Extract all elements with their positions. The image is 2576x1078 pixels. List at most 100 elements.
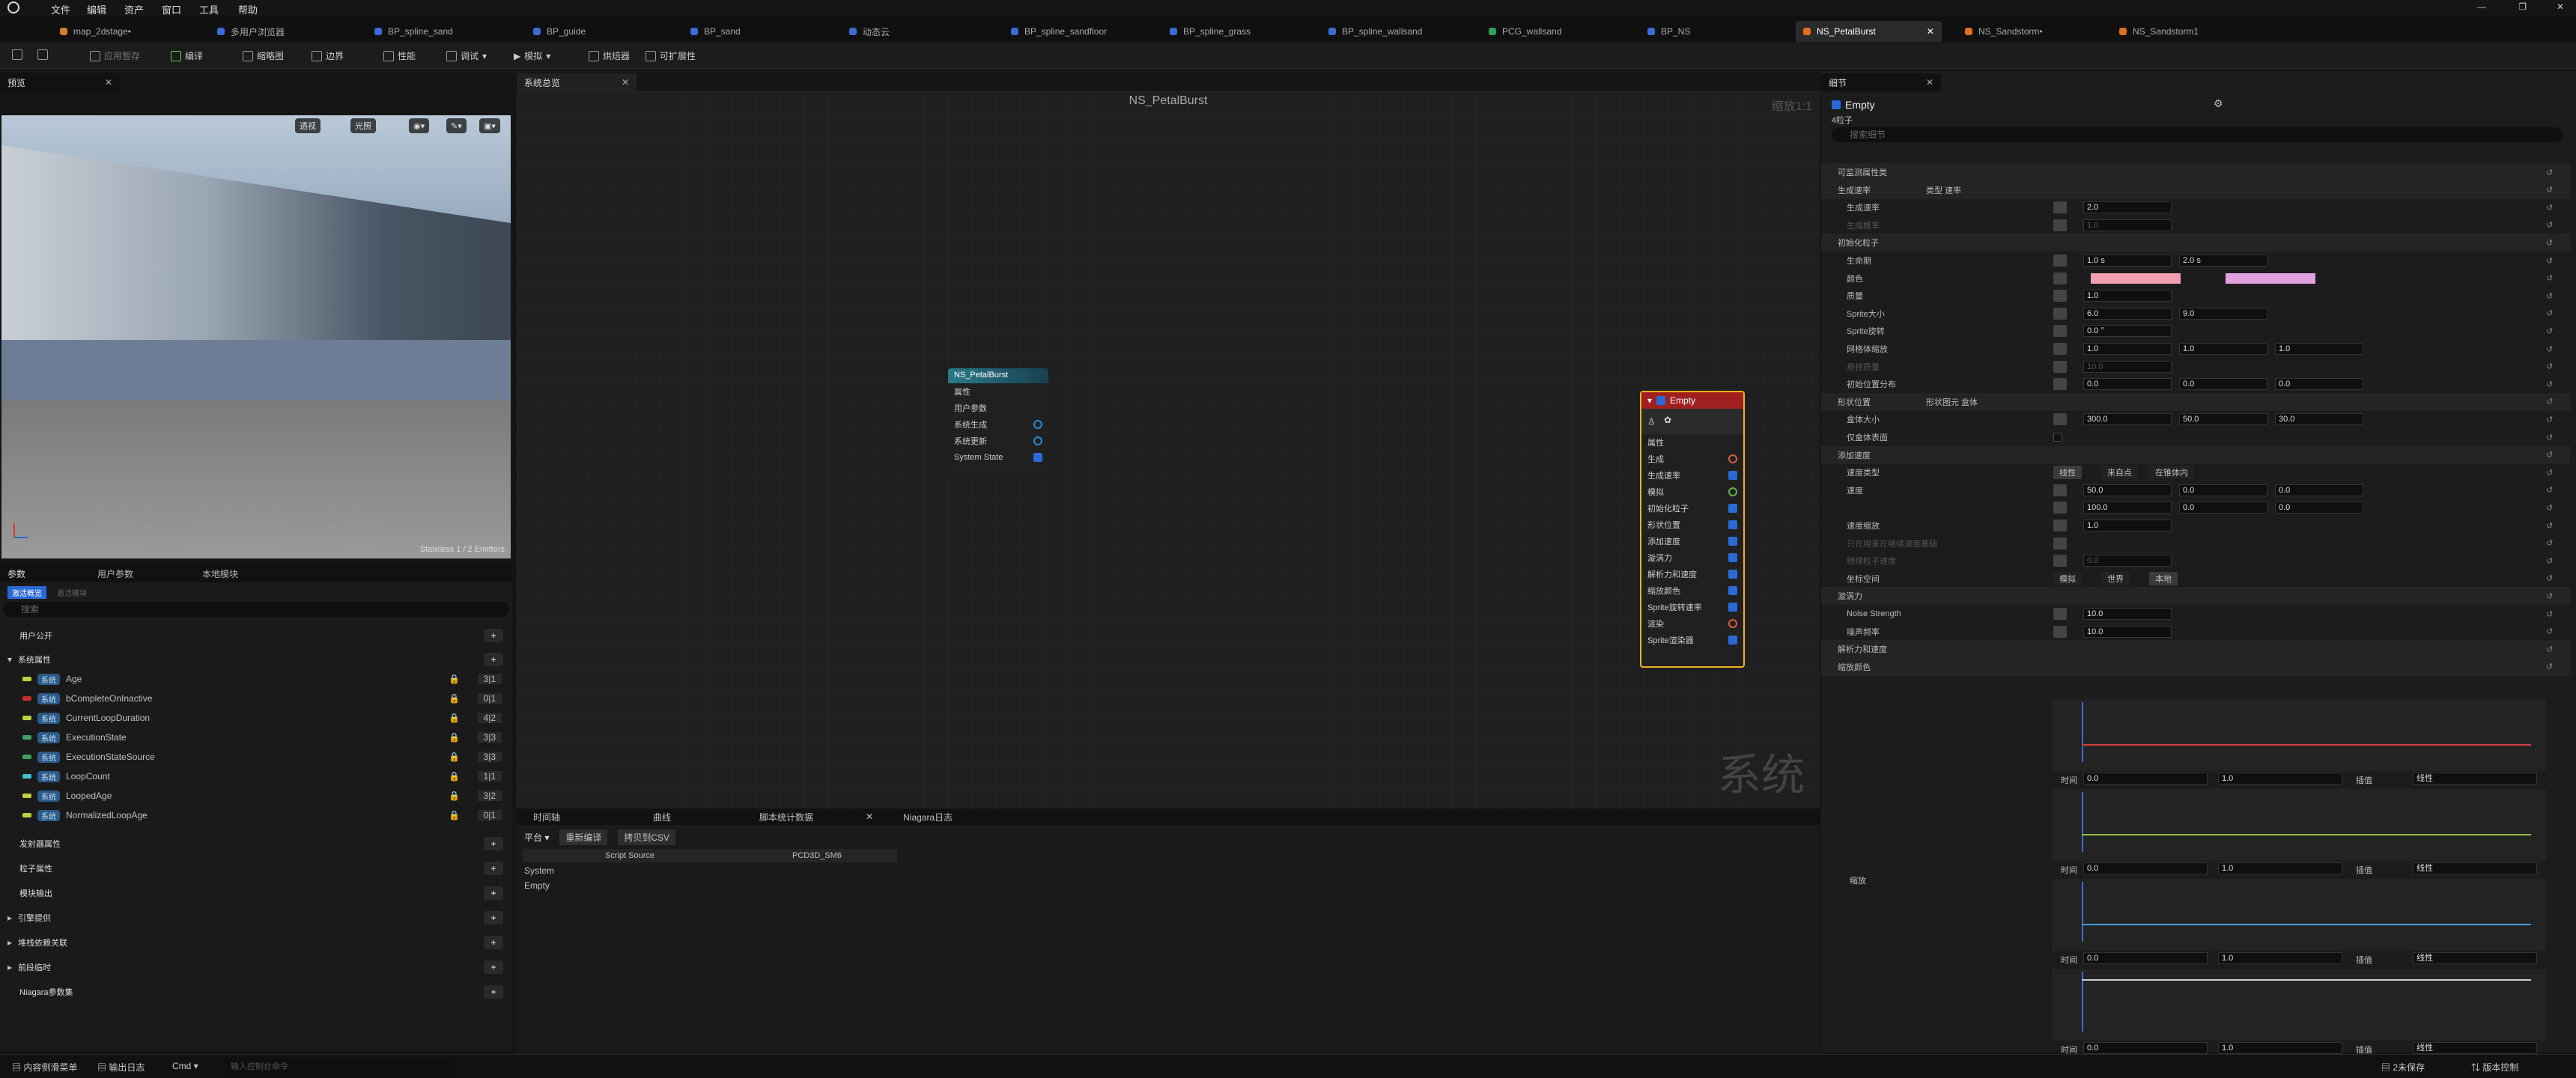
value-field[interactable]: 300.0 (2083, 413, 2172, 426)
mode-option[interactable]: 模拟 (2053, 571, 2082, 585)
value-field[interactable]: 0.0 (2275, 378, 2363, 391)
active-modules-button[interactable]: 激活模块 (52, 586, 91, 599)
debug-button[interactable]: 调试 ▾ (446, 49, 487, 62)
input-mode-icon[interactable] (2053, 413, 2067, 426)
input-mode-icon[interactable] (2053, 360, 2067, 373)
close-tab-icon[interactable]: ✕ (1927, 26, 1934, 37)
cat-system-attr[interactable]: ▾ 系统属性 + (0, 650, 512, 669)
curve-canvas[interactable] (2052, 879, 2546, 951)
section-header[interactable]: 初始化粒子 ↺ (1821, 234, 2570, 252)
value-field[interactable]: 0.0 (2275, 502, 2363, 514)
tab-user-params[interactable]: 用户参数 (97, 567, 133, 580)
value-field[interactable]: 30.0 (2275, 413, 2363, 426)
add-button[interactable]: + (484, 911, 503, 925)
emitter-node[interactable]: ▾ Empty ♙ ✿ 属性 生成 生成速率 模拟 初始化粒子 形状位置 添加速度 漩涡力 解析力和… (1640, 391, 1745, 668)
input-mode-icon[interactable] (2053, 378, 2067, 391)
value-field[interactable]: 1.0 (2218, 1042, 2342, 1054)
tab-cloud[interactable]: 动态云 (849, 21, 890, 42)
add-button[interactable]: + (484, 837, 503, 850)
cat-transient[interactable]: ▸ 堆栈依赖关联 + (0, 933, 512, 952)
menu-assets[interactable]: 资产 (124, 2, 144, 16)
property-row[interactable]: 网格体缩放 1.0 1.0 1.0 ↺ (1821, 340, 2570, 358)
tab-bp-wallsand[interactable]: BP_spline_wallsand (1328, 21, 1422, 42)
value-field[interactable]: 0.0 ° (2083, 325, 2172, 338)
enable-checkbox[interactable] (1728, 603, 1737, 612)
reset-icon[interactable]: ↺ (2546, 326, 2553, 336)
curve-canvas[interactable] (2052, 969, 2546, 1041)
reset-icon[interactable]: ↺ (2546, 291, 2553, 301)
reset-icon[interactable]: ↺ (2546, 485, 2553, 495)
input-mode-icon[interactable] (2053, 343, 2067, 355)
reset-icon[interactable]: ↺ (2546, 450, 2553, 460)
value-field[interactable]: 10.0 (2083, 625, 2172, 638)
max-color-swatch[interactable] (2226, 272, 2315, 284)
time-field[interactable]: 0.0 (2083, 1042, 2208, 1054)
tab-details[interactable]: 细节 ✕ (1821, 73, 1941, 91)
section-option[interactable]: 类型 速率 (1926, 184, 1961, 196)
node-row[interactable]: Sprite渲染器 (1641, 632, 1743, 648)
node-row[interactable]: 生成 (1641, 451, 1743, 467)
interp-dropdown[interactable]: 线性 (2413, 1042, 2537, 1054)
add-button[interactable]: + (484, 653, 503, 666)
lit-button[interactable]: 光照 (350, 118, 376, 133)
param-row[interactable]: 系统 LoopCount 🔒 1|1 (0, 767, 512, 786)
close-icon[interactable]: ✕ (866, 811, 873, 822)
tab-local-modules[interactable]: 本地模块 (202, 567, 238, 580)
input-mode-icon[interactable] (2053, 272, 2067, 284)
input-mode-icon[interactable] (2053, 290, 2067, 302)
reset-icon[interactable]: ↺ (2546, 238, 2553, 248)
curve-canvas[interactable] (2052, 789, 2546, 861)
enable-checkbox[interactable] (1728, 586, 1737, 595)
property-row[interactable]: 质量 1.0 ↺ (1821, 287, 2570, 305)
reset-icon[interactable]: ↺ (2546, 609, 2553, 619)
tab-bp-ns[interactable]: BP_NS (1647, 21, 1690, 42)
close-icon[interactable]: ✕ (1926, 77, 1933, 88)
property-row[interactable]: Noise Strength 10.0 ↺ (1821, 605, 2570, 623)
tab-params[interactable]: 参数 (7, 567, 25, 580)
node-row[interactable]: 初始化粒子 (1641, 500, 1743, 517)
mode-option[interactable]: 来自点 (2101, 466, 2138, 480)
browse-icon[interactable] (37, 49, 48, 60)
value-field[interactable]: 1.0 (2083, 343, 2172, 355)
node-row[interactable]: 添加速度 (1641, 533, 1743, 549)
tab-bp-guide[interactable]: BP_guide (533, 21, 586, 42)
property-row[interactable]: 只在用来在继续速度基础 ↺ (1821, 535, 2570, 552)
value-field[interactable]: 1.0 (2218, 952, 2342, 964)
enable-checkbox[interactable] (1728, 553, 1737, 562)
tab-bp-sandfloor[interactable]: BP_spline_sandfloor (1011, 21, 1107, 42)
add-button[interactable]: + (484, 862, 503, 875)
enable-checkbox[interactable] (1033, 453, 1042, 462)
value-field[interactable]: 1.0 (2275, 343, 2363, 355)
input-mode-icon[interactable] (2053, 219, 2067, 231)
node-row[interactable]: System State (948, 449, 1048, 466)
value-field[interactable]: 50.0 (2083, 484, 2172, 496)
table-row[interactable]: Empty (524, 880, 550, 891)
input-mode-icon[interactable] (2053, 520, 2067, 532)
add-button[interactable]: + (484, 936, 503, 949)
perf-button[interactable]: 性能 (383, 49, 416, 62)
property-row[interactable]: 盒体大小 300.0 50.0 30.0 ↺ (1821, 410, 2570, 428)
reset-icon[interactable]: ↺ (2546, 503, 2553, 513)
reset-icon[interactable]: ↺ (2546, 203, 2553, 213)
reset-icon[interactable]: ↺ (2546, 380, 2553, 389)
value-field[interactable]: 1.0 (2083, 290, 2172, 302)
enable-checkbox[interactable] (1728, 471, 1737, 480)
preview-viewport[interactable]: 透视 光照 ◉▾ ✎▾ ▣▾ Stateless 1 / 2 Emitters (1, 115, 511, 558)
value-field[interactable]: 0.0 (2275, 484, 2363, 496)
section-header[interactable]: 添加速度 ↺ (1821, 445, 2570, 464)
section-header[interactable]: 可监测属性类 ↺ (1821, 163, 2570, 181)
property-row[interactable]: Sprite旋转 0.0 ° ↺ (1821, 322, 2570, 340)
tab-curves[interactable]: 曲线 (653, 811, 671, 823)
reset-icon[interactable]: ↺ (2546, 573, 2553, 583)
property-row[interactable]: 速度类型 线性 来自点 在锥体内 ↺ (1821, 463, 2570, 481)
input-mode-icon[interactable] (2053, 502, 2067, 514)
node-row[interactable]: 用户参数 (948, 400, 1048, 416)
reset-icon[interactable]: ↺ (2546, 415, 2553, 424)
interp-dropdown[interactable]: 线性 (2413, 862, 2537, 874)
node-row[interactable]: 系统生成 (948, 416, 1048, 433)
input-mode-icon[interactable] (2053, 255, 2067, 267)
add-button[interactable]: + (484, 960, 503, 974)
cat-temp[interactable]: ▸ 前段临时 + (0, 957, 512, 977)
details-search-input[interactable]: 搜索细节 (1832, 127, 2563, 142)
property-row[interactable]: 继续粒子速度 0.0 ↺ (1821, 552, 2570, 570)
